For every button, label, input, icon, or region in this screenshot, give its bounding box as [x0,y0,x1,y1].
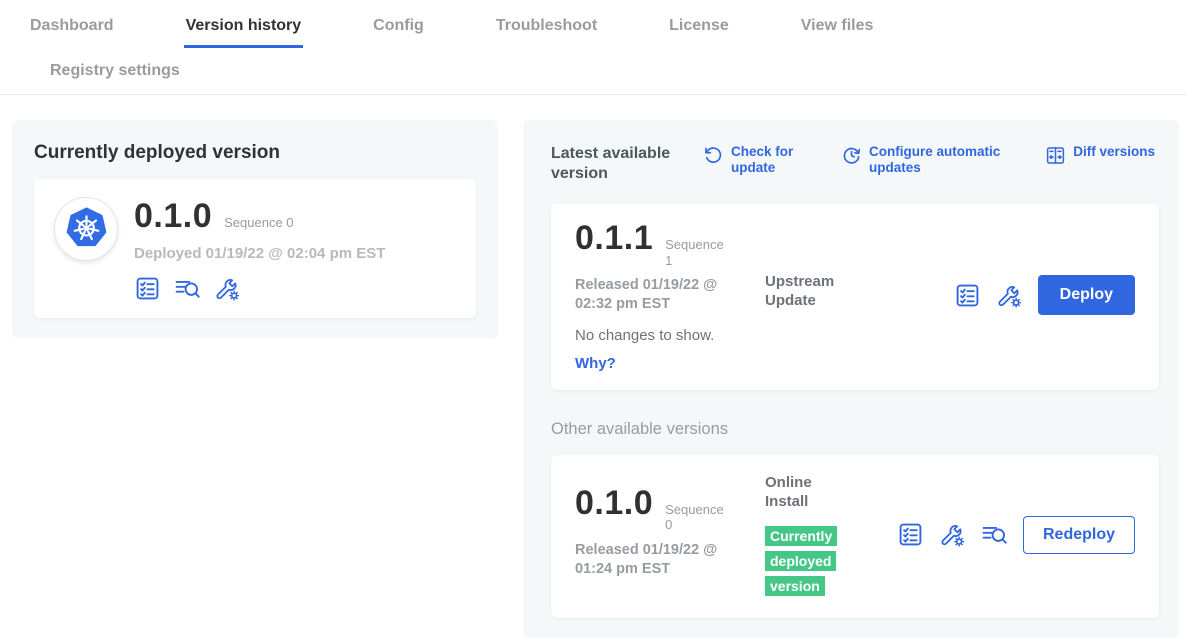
latest-source-column: Upstream Update [765,219,897,372]
deployed-version-number: 0.1.0 [134,197,212,236]
kubernetes-logo-icon [63,206,110,253]
latest-available-panel: Latest available version Check for updat… [523,120,1179,638]
latest-version-info: 0.1.1 Sequence 1 Released 01/19/22 @ 02:… [575,219,765,372]
deploy-logs-icon[interactable] [174,275,201,302]
automatic-updates-icon [841,145,862,166]
deployed-timestamp: Deployed 01/19/22 @ 02:04 pm EST [134,245,385,262]
tab-troubleshoot[interactable]: Troubleshoot [494,5,599,48]
top-navigation: Dashboard Version history Config Trouble… [0,0,1186,95]
other-version-number: 0.1.0 [575,484,653,523]
currently-deployed-title: Currently deployed version [34,142,476,164]
tab-dashboard[interactable]: Dashboard [28,5,116,48]
check-for-update-label: Check for update [731,144,805,176]
deploy-logs-icon[interactable] [981,521,1008,548]
other-source-column: Online Install Currently deployed versio… [765,470,897,600]
other-released-timestamp: Released 01/19/22 @ 01:24 pm EST [575,541,751,579]
other-available-versions-heading: Other available versions [551,420,1159,439]
tab-registry-settings[interactable]: Registry settings [48,50,182,93]
latest-available-title: Latest available version [551,144,703,184]
currently-deployed-badge-wrap: Currently deployed version [765,525,841,599]
edit-config-icon[interactable] [996,282,1023,309]
deploy-button[interactable]: Deploy [1038,275,1135,315]
tab-view-files[interactable]: View files [799,5,876,48]
latest-sequence-label: Sequence 1 [665,237,731,268]
why-link[interactable]: Why? [575,355,765,372]
deployed-sequence-label: Sequence 0 [224,215,293,230]
diff-versions-icon [1045,145,1066,166]
configure-automatic-updates-button[interactable]: Configure automatic updates [841,144,1005,176]
other-version-info: 0.1.0 Sequence 0 Released 01/19/22 @ 01:… [575,470,765,600]
tab-license[interactable]: License [667,5,731,48]
latest-available-header: Latest available version Check for updat… [551,144,1159,184]
redeploy-button[interactable]: Redeploy [1023,516,1135,554]
tab-config[interactable]: Config [371,5,426,48]
check-for-update-icon [703,145,724,166]
latest-released-timestamp: Released 01/19/22 @ 02:32 pm EST [575,276,751,314]
edit-config-icon[interactable] [939,521,966,548]
deployed-version-details: 0.1.0 Sequence 0 Deployed 01/19/22 @ 02:… [134,197,385,302]
currently-deployed-badge: Currently deployed version [765,526,837,596]
diff-versions-button[interactable]: Diff versions [1045,144,1155,166]
main-content: Currently deployed version 0.1.0 Sequenc… [0,95,1186,638]
configure-automatic-updates-label: Configure automatic updates [869,144,1005,176]
latest-version-card: 0.1.1 Sequence 1 Released 01/19/22 @ 02:… [551,204,1159,390]
latest-source-label: Upstream Update [765,273,849,311]
preflight-checks-icon[interactable] [954,282,981,309]
check-for-update-button[interactable]: Check for update [703,144,805,176]
nav-row-2: Registry settings [28,48,1186,94]
latest-actions-column: Deploy [954,275,1135,315]
app-logo-circle [54,197,118,261]
diff-versions-label: Diff versions [1073,144,1155,160]
currently-deployed-panel: Currently deployed version 0.1.0 Sequenc… [12,120,498,338]
other-actions-column: Redeploy [897,516,1135,554]
edit-config-icon[interactable] [214,275,241,302]
preflight-checks-icon[interactable] [134,275,161,302]
latest-version-number: 0.1.1 [575,219,653,258]
preflight-checks-icon[interactable] [897,521,924,548]
other-version-card: 0.1.0 Sequence 0 Released 01/19/22 @ 01:… [551,455,1159,618]
no-changes-note: No changes to show. [575,327,765,344]
other-sequence-label: Sequence 0 [665,502,731,533]
deployed-version-card: 0.1.0 Sequence 0 Deployed 01/19/22 @ 02:… [34,179,476,318]
other-source-label: Online Install [765,474,849,512]
tab-version-history[interactable]: Version history [184,5,304,48]
nav-row-1: Dashboard Version history Config Trouble… [28,0,1186,48]
